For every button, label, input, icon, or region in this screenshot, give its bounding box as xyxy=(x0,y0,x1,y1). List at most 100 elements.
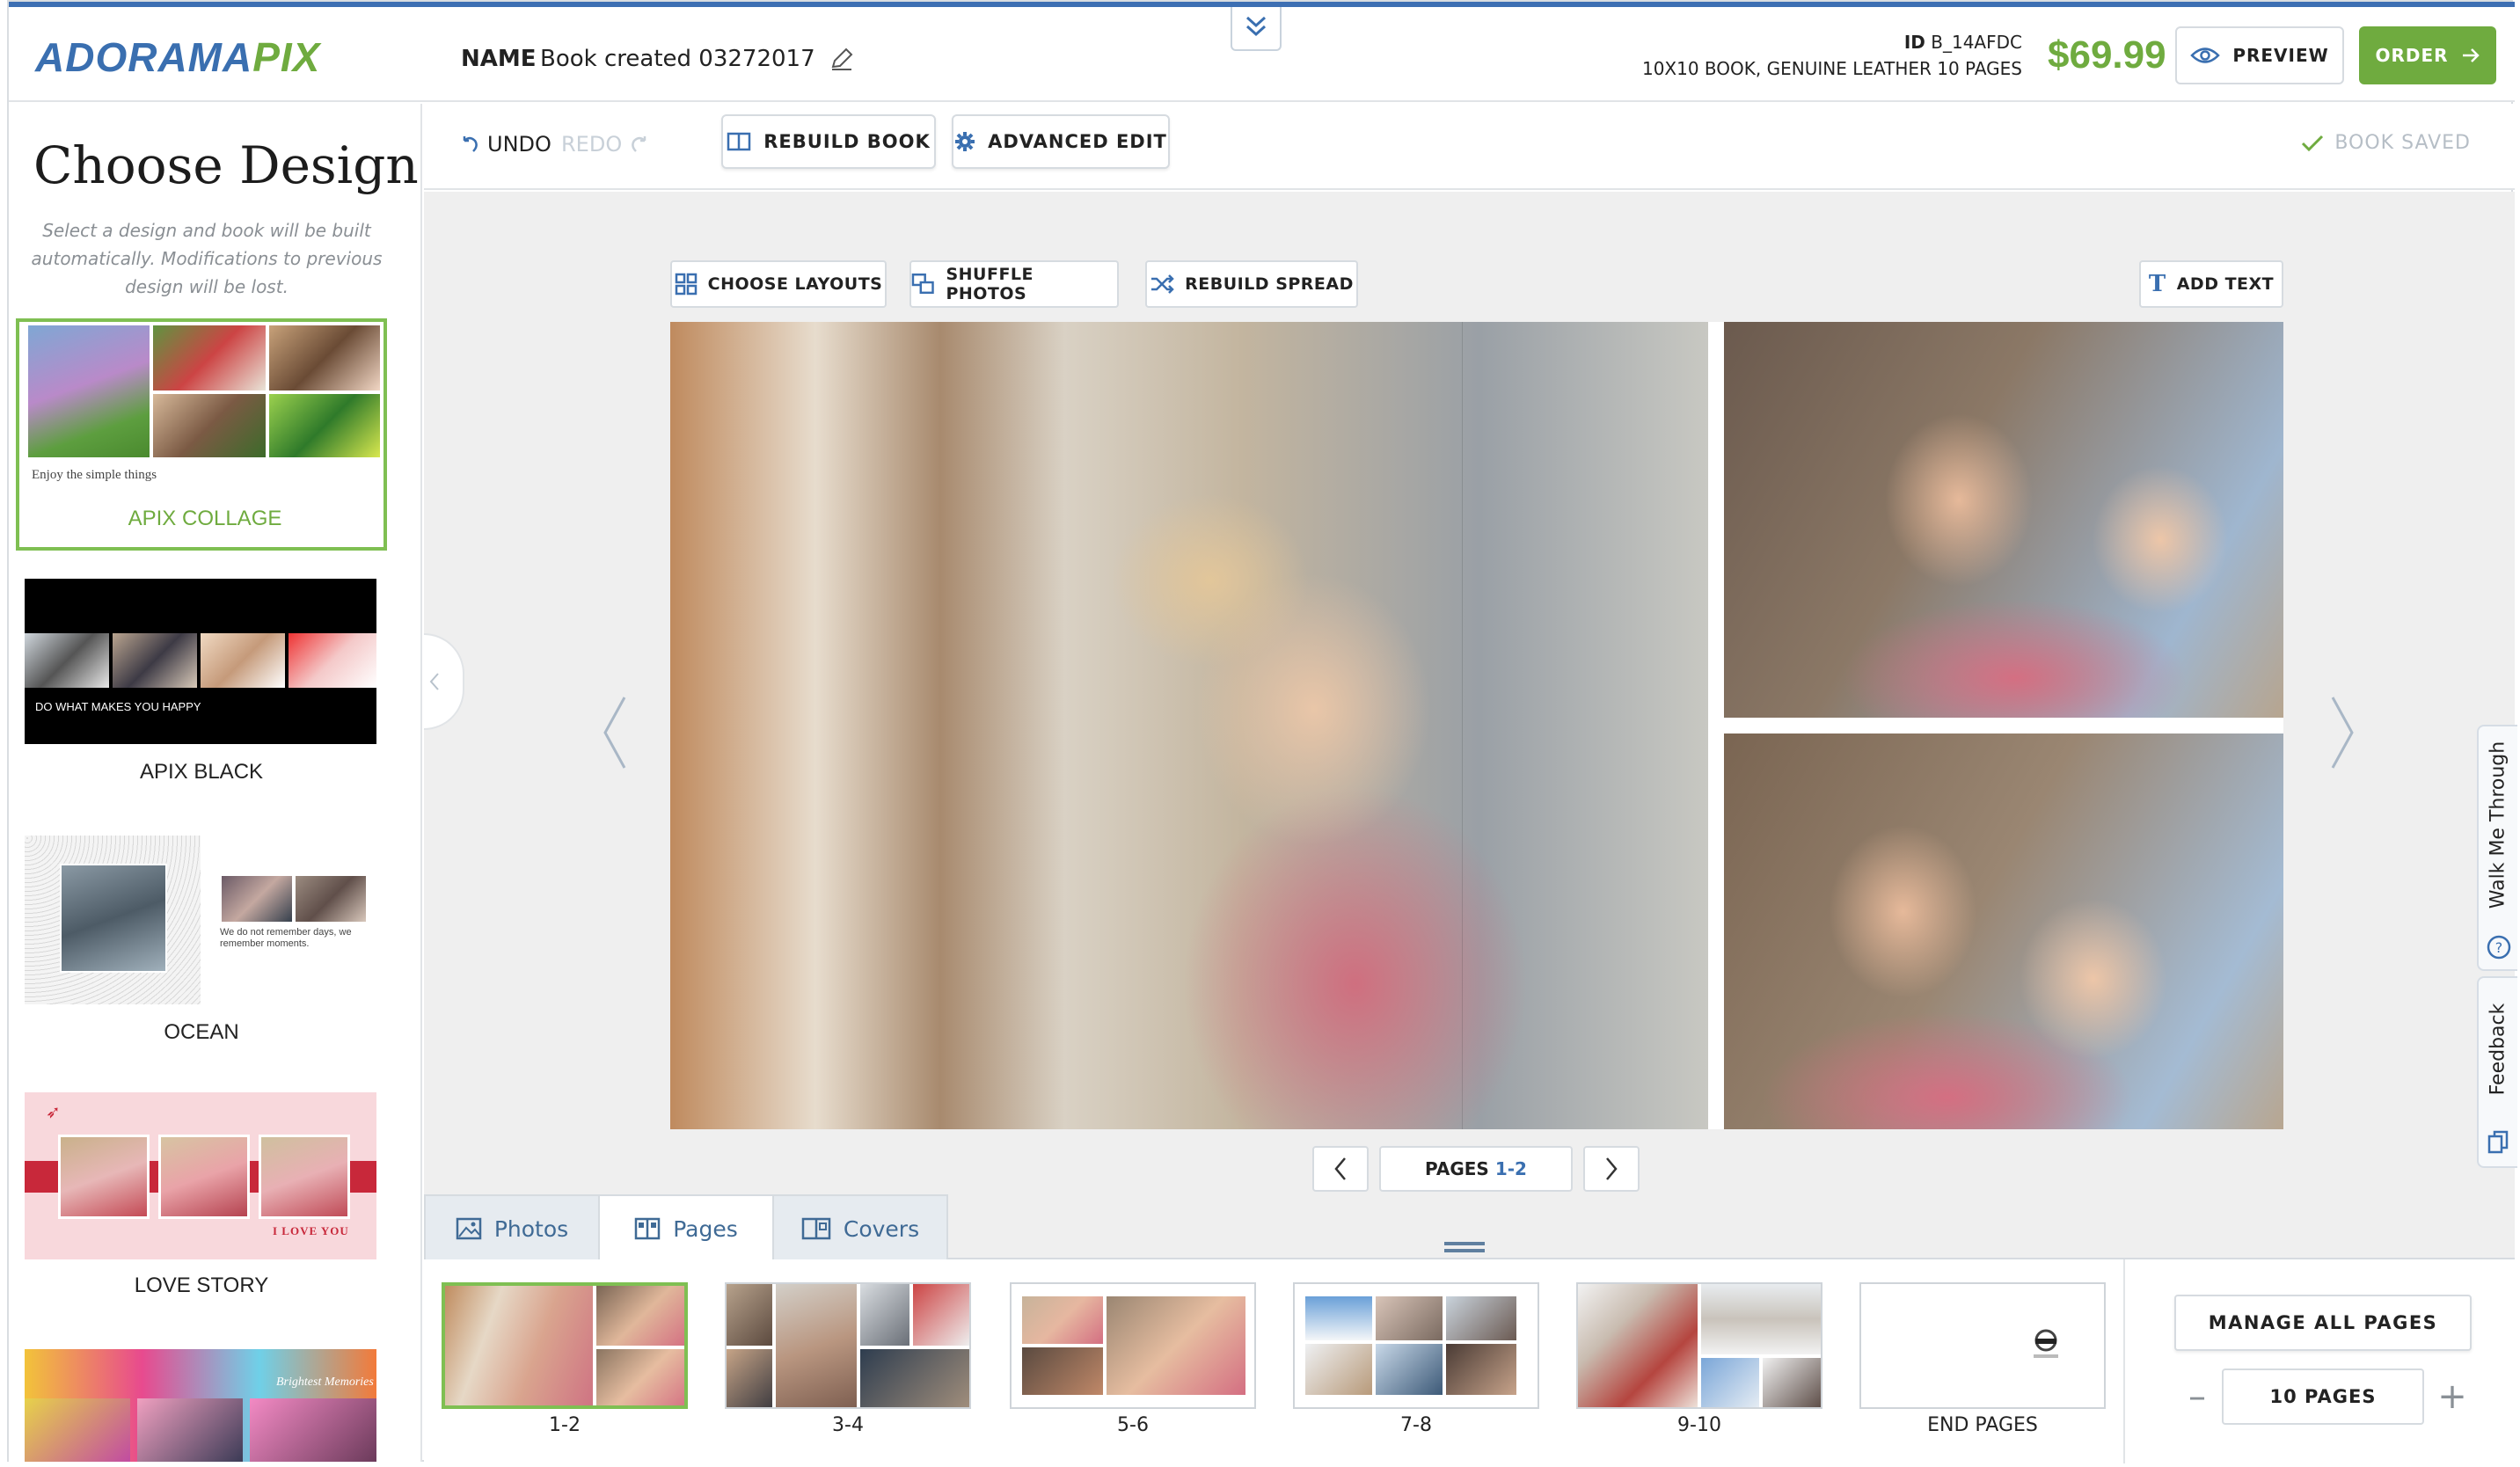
tab-covers[interactable]: Covers xyxy=(772,1194,948,1261)
pages-count: 10 PAGES xyxy=(2222,1368,2424,1425)
feedback-tab[interactable]: Feedback xyxy=(2477,976,2517,1168)
logo-text-main: ADORAMA xyxy=(35,34,253,80)
rebuild-spread-button[interactable]: REBUILD SPREAD xyxy=(1145,260,1358,308)
tab-label: Photos xyxy=(493,1215,569,1242)
resize-grip-icon[interactable] xyxy=(1444,1242,1485,1252)
book-spec: 10X10 BOOK, GENUINE LEATHER 10 PAGES xyxy=(1641,58,2022,79)
sidebar-title: Choose Design xyxy=(33,135,419,195)
decrease-pages-button[interactable]: – xyxy=(2176,1367,2218,1427)
preview-button[interactable]: PREVIEW xyxy=(2175,26,2344,84)
price: $69.99 xyxy=(2048,33,2166,77)
id-label: ID xyxy=(1903,32,1925,53)
preview-label: PREVIEW xyxy=(2232,45,2329,66)
tab-pages[interactable]: Pages xyxy=(598,1194,774,1261)
page-thumb-3-4[interactable] xyxy=(725,1282,971,1409)
eye-icon xyxy=(2190,47,2221,63)
chevron-left-icon xyxy=(1334,1157,1346,1180)
tab-label: Covers xyxy=(843,1215,920,1242)
end-page-badge-icon xyxy=(2034,1329,2058,1358)
advanced-edit-label: ADVANCED EDIT xyxy=(988,131,1167,152)
undo-icon xyxy=(463,136,478,152)
book-icon xyxy=(727,132,751,151)
design-thumbnail: ➶ I LOVE YOU xyxy=(25,1092,376,1259)
header: ADORAMAPIX NAME Book created 03272017 ID… xyxy=(9,7,2515,102)
design-apix-black[interactable]: DO WHAT MAKES YOU HAPPY APIX BLACK xyxy=(16,579,387,807)
design-label: OCEAN xyxy=(164,1020,239,1044)
logo-text-accent: PIX xyxy=(252,34,321,80)
sidebar-description: Select a design and book will be built a… xyxy=(31,220,383,297)
order-label: ORDER xyxy=(2375,45,2449,66)
undo-button[interactable]: UNDO xyxy=(459,132,551,157)
page-fold xyxy=(1462,322,1463,1129)
page-thumb-label: 7-8 xyxy=(1400,1414,1432,1436)
pages-value: 1-2 xyxy=(1494,1158,1527,1179)
arrow-heart-icon: ➶ xyxy=(46,1101,61,1122)
design-caption: We do not remember days, we remember mom… xyxy=(220,927,352,949)
page-thumb-9-10[interactable] xyxy=(1576,1282,1822,1409)
strip-divider xyxy=(2123,1259,2125,1463)
page-thumb-end-pages[interactable] xyxy=(1859,1282,2106,1409)
name-label: NAME xyxy=(461,46,537,72)
rebuild-book-button[interactable]: REBUILD BOOK xyxy=(721,114,936,169)
tab-label: Pages xyxy=(673,1215,738,1242)
design-love-story[interactable]: ➶ I LOVE YOU LOVE STORY xyxy=(16,1092,387,1321)
bottom-right-photo[interactable] xyxy=(1724,734,2283,1129)
page-indicator: PAGES 1-2 xyxy=(1379,1146,1573,1192)
next-spread-arrow-icon[interactable] xyxy=(2324,693,2359,772)
choose-layouts-button[interactable]: CHOOSE LAYOUTS xyxy=(670,260,887,308)
brand-logo[interactable]: ADORAMAPIX xyxy=(35,33,320,81)
rebuild-spread-label: REBUILD SPREAD xyxy=(1185,274,1354,294)
design-thumbnail: Enjoy the simple things xyxy=(28,325,380,493)
walk-me-through-label: Walk Me Through xyxy=(2487,741,2509,909)
manage-all-pages-button[interactable]: MANAGE ALL PAGES xyxy=(2174,1295,2472,1351)
order-button[interactable]: ORDER xyxy=(2359,26,2496,84)
chevron-left-small-icon xyxy=(429,673,439,690)
design-ocean[interactable]: We do not remember days, we remember mom… xyxy=(16,836,387,1064)
previous-spread-arrow-icon[interactable] xyxy=(598,693,633,772)
add-text-button[interactable]: T ADD TEXT xyxy=(2139,260,2283,308)
main-spread-photo[interactable] xyxy=(670,322,1708,1129)
shuffle-photos-button[interactable]: SHUFFLE PHOTOS xyxy=(909,260,1119,308)
page-thumb-label: 5-6 xyxy=(1117,1414,1149,1436)
help-circle-icon: ? xyxy=(2487,935,2511,960)
increase-pages-button[interactable]: + xyxy=(2431,1367,2473,1427)
chevron-right-icon xyxy=(1606,1157,1618,1180)
next-page-button[interactable] xyxy=(1583,1146,1640,1192)
page-thumb-label: 3-4 xyxy=(832,1414,864,1436)
collapse-header-button[interactable] xyxy=(1231,7,1282,51)
design-brightest-memories[interactable]: Brightest Memories xyxy=(16,1349,387,1462)
redo-icon xyxy=(632,136,646,152)
id-value: B_14AFDC xyxy=(1931,32,2022,53)
page-thumb-label: END PAGES xyxy=(1927,1414,2038,1436)
design-apix-collage[interactable]: Enjoy the simple things APIX COLLAGE xyxy=(16,318,387,551)
design-sidebar: Choose Design Select a design and book w… xyxy=(9,104,422,1462)
design-label: LOVE STORY xyxy=(134,1274,269,1297)
page-thumb-7-8[interactable] xyxy=(1293,1282,1539,1409)
shuffle-photos-icon xyxy=(911,273,934,295)
page-thumbnail-strip: 1-2 3-4 5-6 7-8 9-10 END PAGES MANAGE AL… xyxy=(424,1259,2515,1463)
top-right-photo[interactable] xyxy=(1724,322,2283,718)
text-tool-icon: T xyxy=(2148,271,2166,297)
design-caption: Brightest Memories xyxy=(276,1376,374,1389)
gear-icon xyxy=(955,132,975,151)
design-thumbnail: DO WHAT MAKES YOU HAPPY xyxy=(25,579,376,744)
bottom-tabs: Photos Pages Covers xyxy=(424,1194,2515,1261)
previous-page-button[interactable] xyxy=(1312,1146,1369,1192)
edit-name-icon[interactable] xyxy=(829,46,855,72)
redo-button[interactable]: REDO xyxy=(561,132,650,157)
pages-label: PAGES xyxy=(1425,1158,1489,1179)
book-name[interactable]: Book created 03272017 xyxy=(540,46,815,72)
shuffle-photos-label: SHUFFLE PHOTOS xyxy=(946,265,1034,303)
editor-toolbar: UNDO REDO REBUILD BOOK ADVANCED EDIT BOO… xyxy=(424,104,2515,190)
advanced-edit-button[interactable]: ADVANCED EDIT xyxy=(952,114,1170,169)
design-label: APIX COLLAGE xyxy=(128,507,282,530)
tab-photos[interactable]: Photos xyxy=(424,1194,600,1261)
image-icon xyxy=(456,1217,482,1240)
walk-me-through-tab[interactable]: Walk Me Through ? xyxy=(2477,725,2517,971)
choose-layouts-label: CHOOSE LAYOUTS xyxy=(707,274,883,294)
book-saved-label: BOOK SAVED xyxy=(2334,132,2471,154)
redo-label: REDO xyxy=(561,132,623,157)
feedback-label: Feedback xyxy=(2487,1003,2509,1096)
page-thumb-1-2[interactable] xyxy=(442,1282,688,1409)
page-thumb-5-6[interactable] xyxy=(1010,1282,1256,1409)
